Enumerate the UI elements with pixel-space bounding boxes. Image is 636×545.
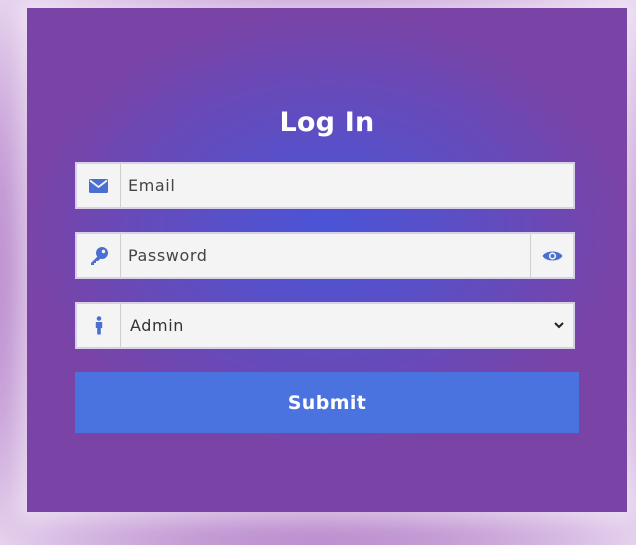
password-field-group (75, 232, 575, 279)
password-input[interactable] (121, 234, 535, 277)
email-input[interactable] (121, 164, 573, 207)
eye-icon[interactable] (530, 234, 573, 277)
submit-button[interactable]: Submit (75, 372, 579, 433)
envelope-icon (77, 164, 121, 207)
role-field-group: Admin (75, 302, 575, 349)
email-field-group (75, 162, 575, 209)
key-icon (77, 234, 121, 277)
login-card: Log In Email Admin Submit (27, 8, 627, 512)
page-title: Log In (279, 107, 375, 138)
role-select[interactable]: Admin (121, 304, 573, 347)
person-icon (77, 304, 121, 347)
